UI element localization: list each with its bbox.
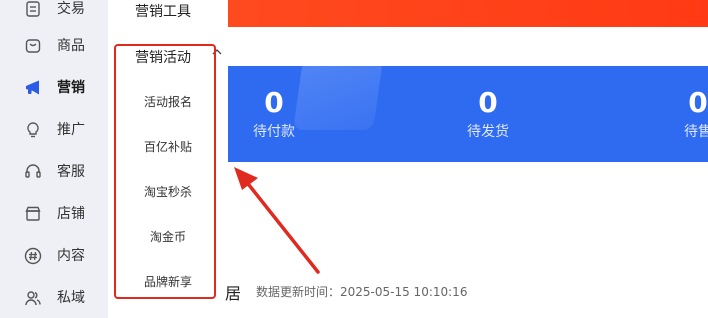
submenu-title[interactable]: 营销工具 bbox=[135, 3, 191, 21]
sidebar-item-customer-service[interactable]: 客服 bbox=[0, 157, 108, 187]
section-heading-fragment: 居 bbox=[225, 284, 242, 303]
highlight-annotation-box bbox=[114, 44, 216, 299]
headset-icon bbox=[25, 164, 41, 178]
sidebar-item-label: 私域 bbox=[57, 290, 85, 306]
stat-pending-payment[interactable]: 0 待付款 bbox=[228, 84, 334, 142]
stat-label: 待售 bbox=[684, 124, 708, 140]
sidebar-item-label: 店铺 bbox=[57, 206, 85, 222]
sidebar-item-private-domain[interactable]: 私域 bbox=[0, 283, 108, 313]
sidebar-item-label: 内容 bbox=[57, 248, 85, 264]
users-icon bbox=[25, 291, 41, 306]
sidebar-item-promotion[interactable]: 推广 bbox=[0, 115, 108, 145]
stat-value: 0 bbox=[264, 86, 284, 119]
sidebar-item-label: 客服 bbox=[57, 164, 85, 180]
megaphone-icon bbox=[26, 80, 39, 95]
sidebar-item-label: 商品 bbox=[57, 38, 85, 54]
sidebar: 交易 商品 营销 推广 客服 店铺 内容 私域 bbox=[0, 0, 108, 318]
sidebar-item-label: 推广 bbox=[57, 122, 85, 138]
shopping-bag-icon bbox=[25, 39, 41, 53]
stat-label: 待付款 bbox=[253, 124, 295, 140]
sidebar-item-store[interactable]: 店铺 bbox=[0, 199, 108, 229]
stat-label: 待发货 bbox=[467, 124, 509, 140]
sidebar-item-label: 营销 bbox=[57, 80, 85, 96]
receipt-icon bbox=[26, 1, 40, 17]
data-update-time: 数据更新时间：2025-05-15 10:10:16 bbox=[256, 285, 468, 299]
promo-banner[interactable] bbox=[228, 0, 708, 27]
sidebar-item-trade[interactable]: 交易 bbox=[0, 0, 108, 24]
sidebar-item-content[interactable]: 内容 bbox=[0, 241, 108, 271]
lightbulb-icon bbox=[27, 122, 39, 138]
sidebar-item-products[interactable]: 商品 bbox=[0, 31, 108, 61]
sidebar-item-label: 交易 bbox=[57, 1, 85, 17]
stat-after-sale[interactable]: 0 待售 bbox=[638, 84, 708, 142]
hashtag-icon bbox=[24, 247, 42, 265]
stat-value: 0 bbox=[688, 86, 708, 119]
order-stats-panel: 0 待付款 0 待发货 0 待售 bbox=[228, 66, 708, 162]
store-icon bbox=[25, 206, 41, 221]
sidebar-item-marketing[interactable]: 营销 bbox=[0, 73, 108, 103]
stat-pending-shipment[interactable]: 0 待发货 bbox=[428, 84, 548, 142]
stat-value: 0 bbox=[478, 86, 498, 119]
